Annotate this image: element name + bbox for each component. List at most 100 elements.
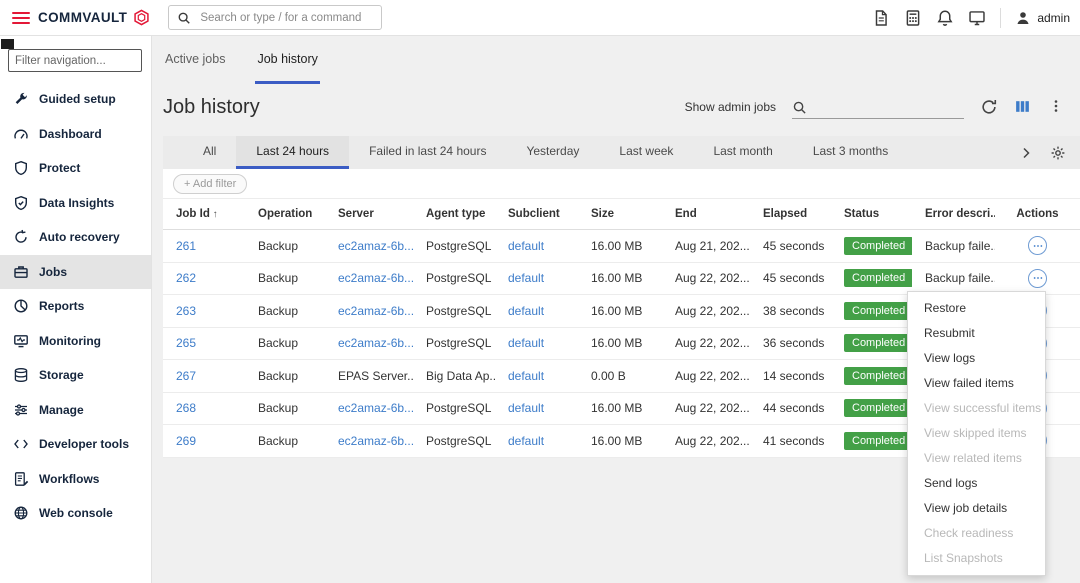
tab-active-jobs[interactable]: Active jobs [163, 36, 227, 84]
sidebar-item-dashboard[interactable]: Dashboard [0, 117, 151, 152]
sidebar-item-web-console[interactable]: Web console [0, 496, 151, 531]
command-search-input[interactable] [198, 11, 373, 25]
column-header-error-descri[interactable]: Error descri... [912, 208, 995, 220]
sidebar-item-manage[interactable]: Manage [0, 393, 151, 428]
job-id-link[interactable]: 261 [176, 239, 196, 253]
subclient-link[interactable]: default [508, 304, 544, 318]
column-header-end[interactable]: End [662, 208, 750, 220]
size-cell: 16.00 MB [578, 304, 662, 318]
subclient-link[interactable]: default [508, 369, 544, 383]
database-icon [13, 367, 29, 383]
server-link[interactable]: ec2amaz-6b... [338, 401, 413, 415]
server-link[interactable]: ec2amaz-6b... [338, 304, 413, 318]
row-actions-button[interactable] [1028, 236, 1047, 255]
subclient-link[interactable]: default [508, 271, 544, 285]
menu-item-view-failed-items[interactable]: View failed items [908, 371, 1045, 396]
chevron-right-icon[interactable] [1018, 145, 1034, 161]
size-cell: 16.00 MB [578, 239, 662, 253]
status-badge: Completed [844, 302, 912, 320]
refresh-circle-icon [13, 229, 29, 245]
column-header-actions[interactable]: Actions [995, 208, 1080, 220]
filter-tab-yesterday[interactable]: Yesterday [506, 136, 599, 169]
job-id-link[interactable]: 263 [176, 304, 196, 318]
menu-item-send-logs[interactable]: Send logs [908, 471, 1045, 496]
column-header-subclient[interactable]: Subclient [495, 208, 578, 220]
menu-item-restore[interactable]: Restore [908, 296, 1045, 321]
job-id-link[interactable]: 268 [176, 401, 196, 415]
column-header-job-id[interactable]: Job Id ↑ [163, 208, 245, 220]
pie-chart-icon [13, 298, 29, 314]
job-id-link[interactable]: 265 [176, 336, 196, 350]
command-search[interactable] [168, 5, 382, 30]
menu-item-view-skipped-items: View skipped items [908, 421, 1045, 446]
subclient-link[interactable]: default [508, 336, 544, 350]
sidebar-item-protect[interactable]: Protect [0, 151, 151, 186]
sidebar-item-workflows[interactable]: Workflows [0, 462, 151, 497]
filter-tab-last-24-hours[interactable]: Last 24 hours [236, 136, 349, 169]
monitor-icon[interactable] [968, 9, 986, 27]
tab-job-history[interactable]: Job history [255, 36, 319, 84]
sidebar-item-label: Protect [39, 161, 80, 175]
server-link[interactable]: ec2amaz-6b... [338, 336, 413, 350]
operation-cell: Backup [245, 434, 325, 448]
job-id-link[interactable]: 267 [176, 369, 196, 383]
column-header-operation[interactable]: Operation [245, 208, 325, 220]
column-header-status[interactable]: Status [831, 208, 912, 220]
job-id-link[interactable]: 269 [176, 434, 196, 448]
server-link[interactable]: ec2amaz-6b... [338, 434, 413, 448]
shield-icon [13, 160, 29, 176]
job-id-link[interactable]: 262 [176, 271, 196, 285]
column-header-agent-type[interactable]: Agent type [413, 208, 495, 220]
subclient-link[interactable]: default [508, 239, 544, 253]
sidebar-item-guided-setup[interactable]: Guided setup [0, 82, 151, 117]
operation-cell: Backup [245, 369, 325, 383]
document-icon[interactable] [872, 9, 890, 27]
row-actions-button[interactable] [1028, 269, 1047, 288]
sidebar-item-auto-recovery[interactable]: Auto recovery [0, 220, 151, 255]
doc-edit-icon [13, 471, 29, 487]
menu-item-view-job-details[interactable]: View job details [908, 496, 1045, 521]
sidebar: Guided setupDashboard Protect Data Insight… [0, 36, 152, 583]
elapsed-cell: 14 seconds [750, 369, 831, 383]
sidebar-item-reports[interactable]: Reports [0, 289, 151, 324]
sidebar-item-label: Auto recovery [39, 230, 120, 244]
sidebar-item-monitoring[interactable]: Monitoring [0, 324, 151, 359]
bell-icon[interactable] [936, 9, 954, 27]
user-menu[interactable]: admin [1015, 10, 1070, 26]
end-cell: Aug 21, 202... [662, 239, 750, 253]
column-header-elapsed[interactable]: Elapsed [750, 208, 831, 220]
column-header-size[interactable]: Size [578, 208, 662, 220]
header-controls: Show admin jobs [685, 95, 1066, 119]
grid-icon[interactable] [904, 9, 922, 27]
sidebar-item-data-insights[interactable]: Data Insights [0, 186, 151, 221]
agent-type-cell: PostgreSQL [413, 239, 495, 253]
server-link[interactable]: ec2amaz-6b... [338, 239, 413, 253]
filter-tab-last-month[interactable]: Last month [693, 136, 792, 169]
column-header-server[interactable]: Server [325, 208, 413, 220]
sidebar-item-developer-tools[interactable]: Developer tools [0, 427, 151, 462]
add-filter-button[interactable]: + Add filter [173, 174, 247, 194]
filter-tab-last-week[interactable]: Last week [599, 136, 693, 169]
filter-navigation-input[interactable] [8, 49, 142, 72]
filter-tab-last-3-months[interactable]: Last 3 months [793, 136, 908, 169]
server-link[interactable]: ec2amaz-6b... [338, 271, 413, 285]
refresh-icon[interactable] [980, 98, 998, 116]
sidebar-item-jobs[interactable]: Jobs [0, 255, 151, 290]
table-search-input[interactable] [792, 95, 964, 119]
end-cell: Aug 22, 202... [662, 304, 750, 318]
hamburger-menu-icon[interactable] [12, 12, 30, 24]
show-admin-jobs-toggle[interactable]: Show admin jobs [685, 100, 776, 114]
subclient-link[interactable]: default [508, 434, 544, 448]
gear-icon[interactable] [1050, 145, 1066, 161]
kebab-menu-icon[interactable] [1048, 98, 1066, 116]
filter-tab-all[interactable]: All [183, 136, 236, 169]
filter-tab-failed-in-last-24-hours[interactable]: Failed in last 24 hours [349, 136, 506, 169]
subclient-link[interactable]: default [508, 401, 544, 415]
menu-item-resubmit[interactable]: Resubmit [908, 321, 1045, 346]
sidebar-item-storage[interactable]: Storage [0, 358, 151, 393]
columns-icon[interactable] [1014, 98, 1032, 116]
table-row[interactable]: 261Backupec2amaz-6b...PostgreSQLdefault1… [163, 230, 1080, 263]
menu-item-view-logs[interactable]: View logs [908, 346, 1045, 371]
commvault-logo[interactable]: COMMVAULT [38, 9, 150, 26]
sliders-icon [13, 402, 29, 418]
